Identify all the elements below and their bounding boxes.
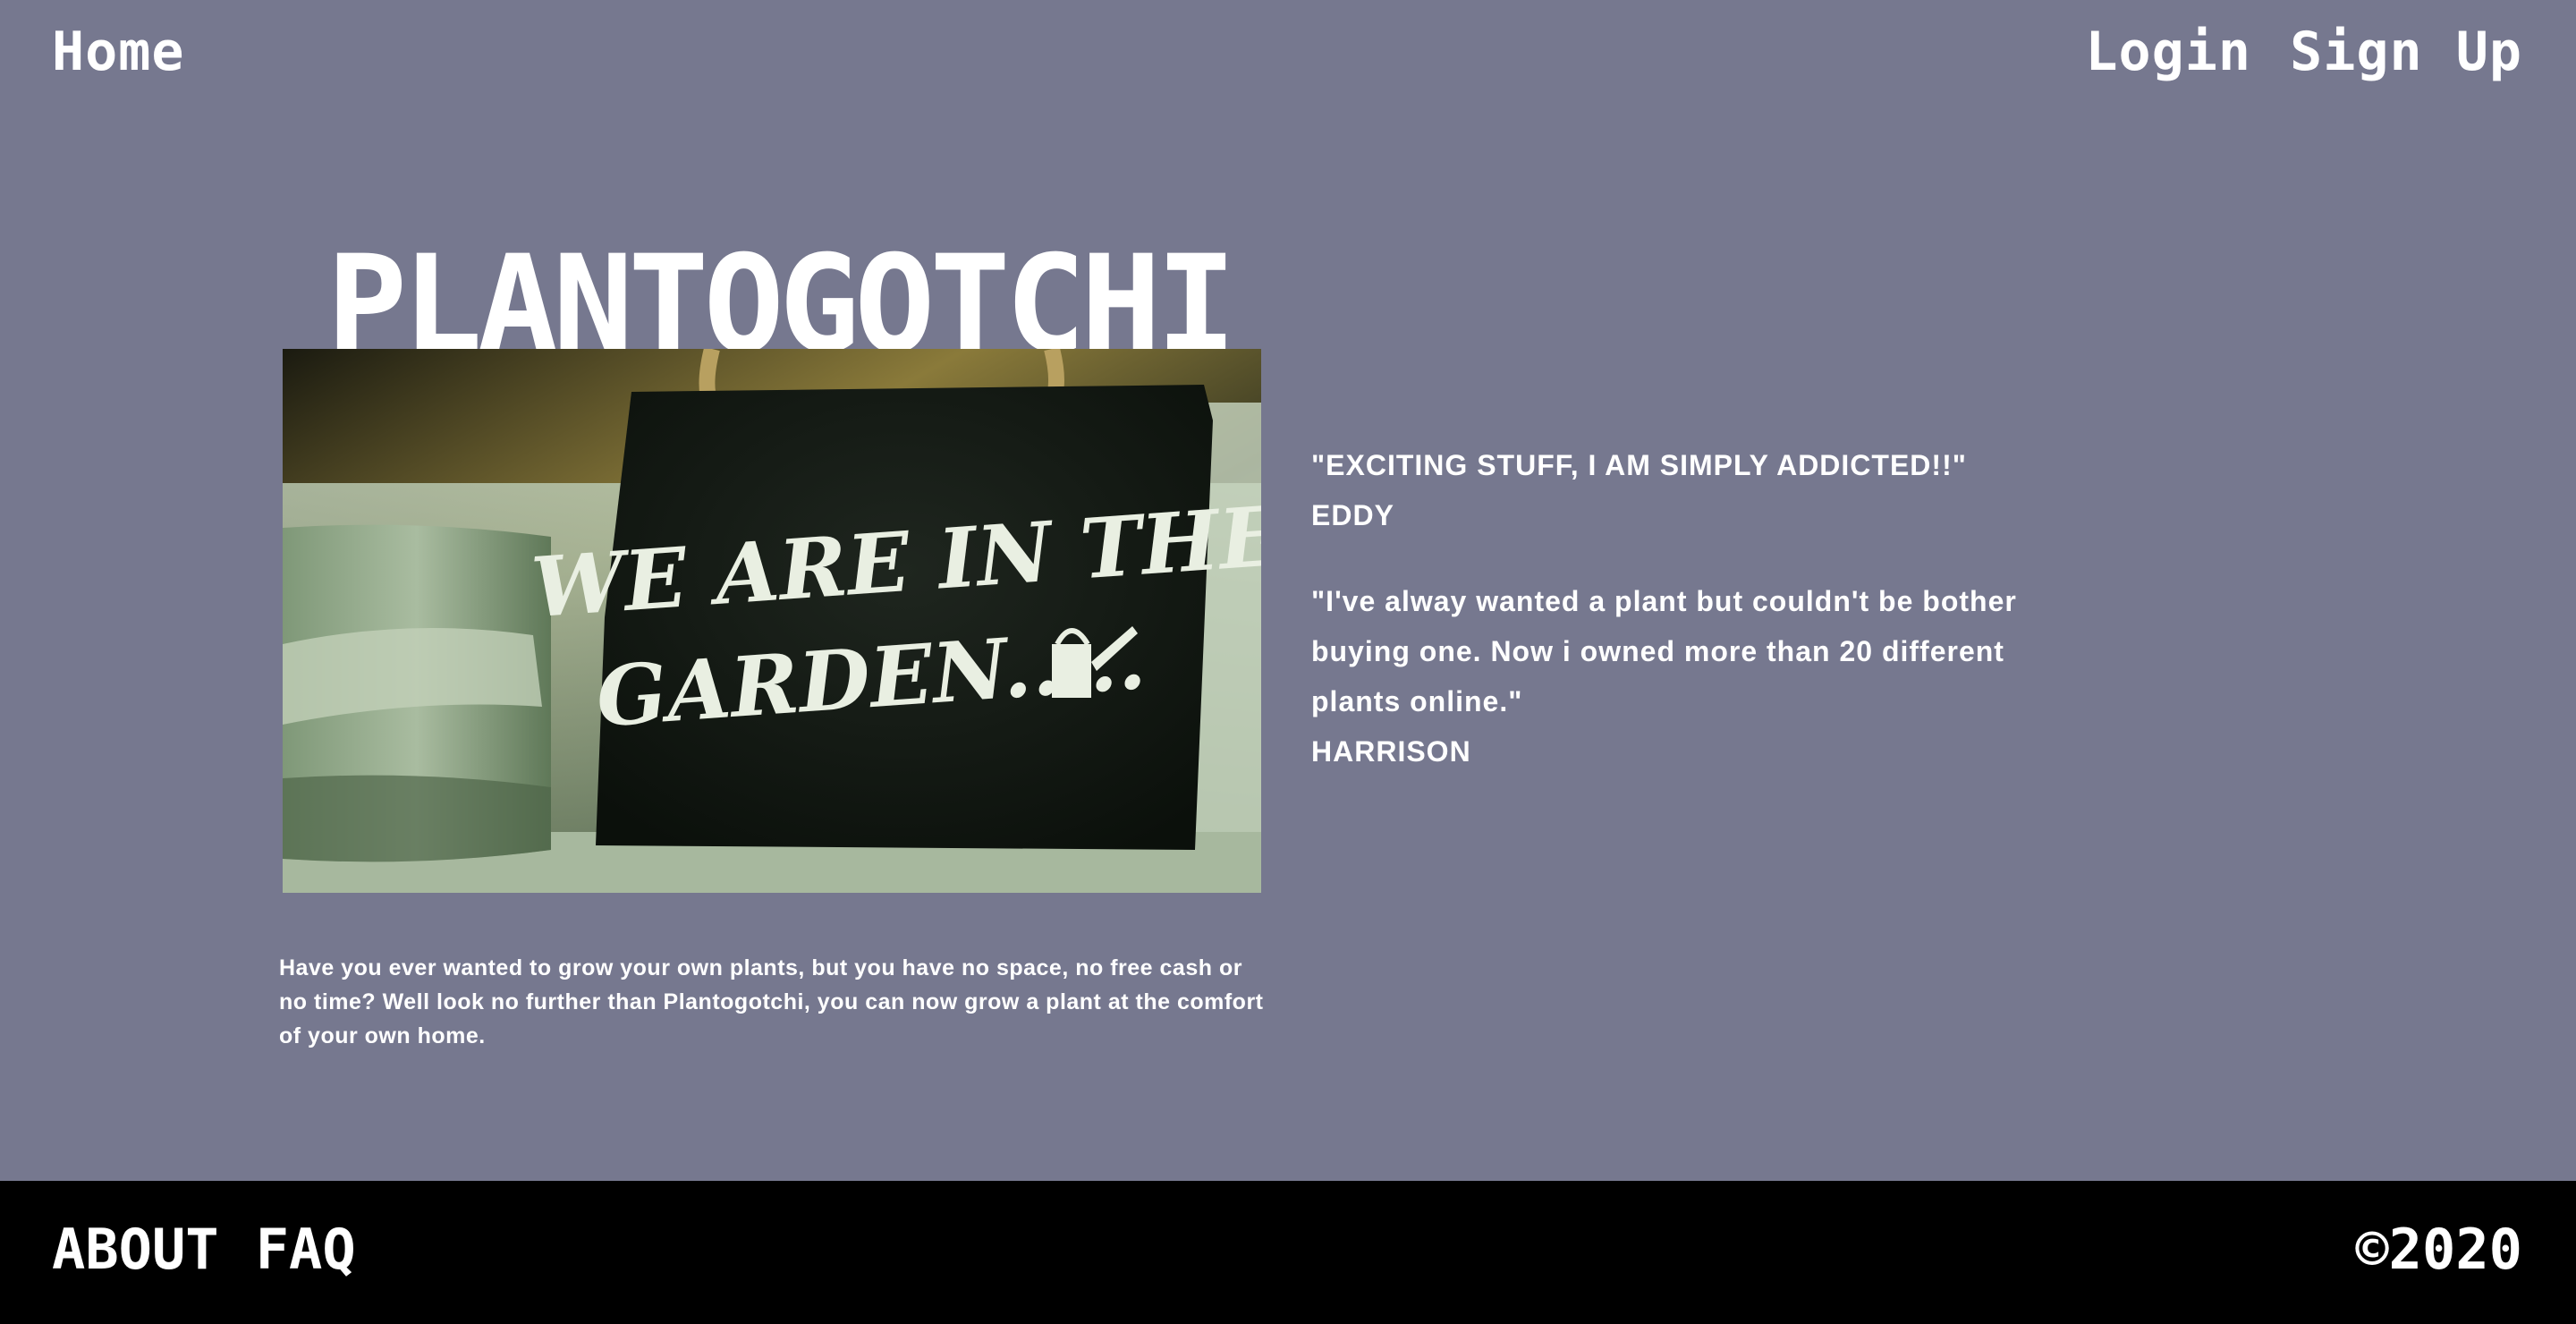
page: Home Login Sign Up PLANTOGOTCHI WE ARE I…: [0, 0, 2576, 1324]
garden-sign-photo: WE ARE IN THE GARDEN.....: [283, 349, 1261, 893]
testimonial-item: "EXCITING STUFF, I AM SIMPLY ADDICTED!!"…: [1311, 440, 2098, 540]
testimonials: "EXCITING STUFF, I AM SIMPLY ADDICTED!!"…: [1311, 440, 2098, 777]
testimonial-author: HARRISON: [1311, 735, 1471, 768]
footer: ABOUT FAQ ©2020: [0, 1181, 2576, 1324]
top-navigation: Home Login Sign Up: [52, 16, 2522, 88]
intro-text: Have you ever wanted to grow your own pl…: [279, 955, 1264, 1048]
hero-image: WE ARE IN THE GARDEN.....: [283, 349, 1261, 893]
testimonial-quote: "EXCITING STUFF, I AM SIMPLY ADDICTED!!": [1311, 449, 1967, 481]
testimonial-author: EDDY: [1311, 499, 1394, 531]
testimonial-quote: "I've alway wanted a plant but couldn't …: [1311, 585, 2017, 717]
login-link[interactable]: Login: [2085, 21, 2251, 83]
home-link[interactable]: Home: [52, 21, 185, 83]
signup-link[interactable]: Sign Up: [2290, 21, 2522, 83]
about-link[interactable]: ABOUT: [52, 1217, 219, 1282]
faq-link[interactable]: FAQ: [256, 1217, 356, 1282]
copyright-text: ©2020: [2355, 1217, 2522, 1282]
footer-links: ABOUT FAQ: [52, 1217, 388, 1282]
testimonial-item: "I've alway wanted a plant but couldn't …: [1311, 576, 2098, 777]
